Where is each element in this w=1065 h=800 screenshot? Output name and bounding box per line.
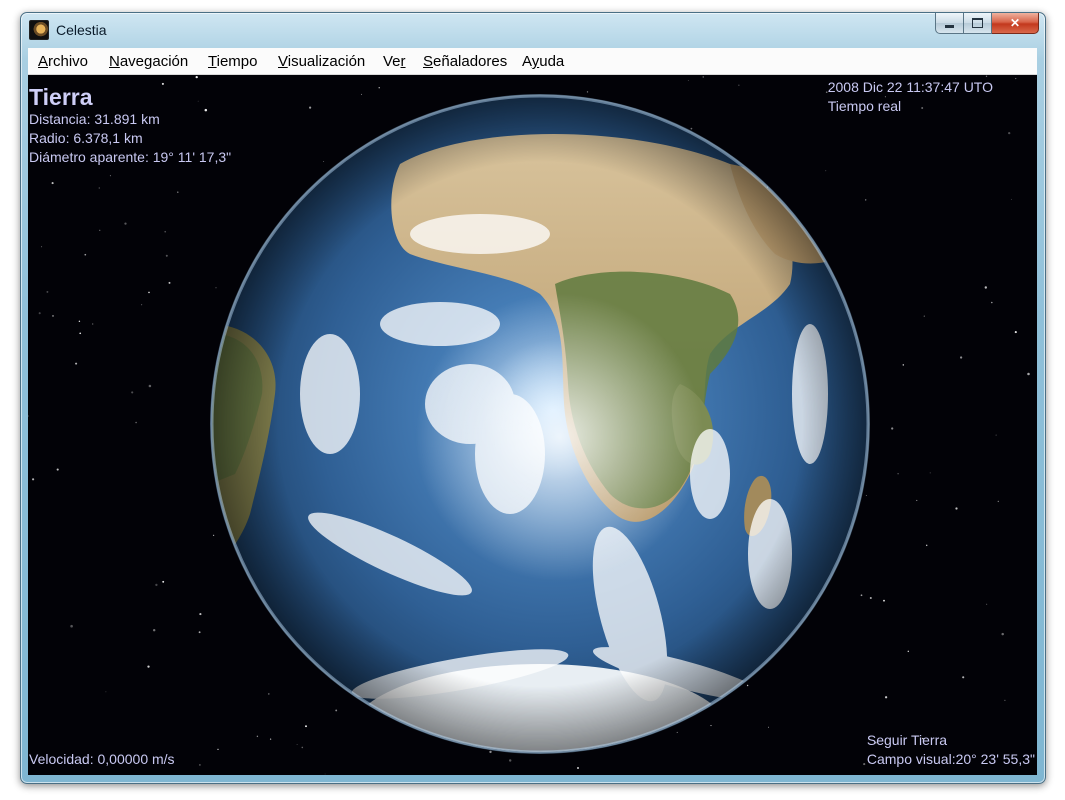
- camera-panel: Seguir Tierra Campo visual:20° 23' 55,3": [867, 731, 1035, 769]
- window-title: Celestia: [56, 22, 107, 38]
- app-window: Celestia ✕ Archivo Navegación Tiempo Vis…: [20, 12, 1046, 784]
- field-of-view: Campo visual:20° 23' 55,3": [866, 751, 1035, 767]
- speed-readout: Velocidad: 0,00000 m/s: [29, 750, 175, 769]
- menu-visualizacion[interactable]: Visualización: [278, 53, 365, 70]
- object-distance: Distancia: 31.891 km: [29, 111, 160, 127]
- close-icon: ✕: [1009, 16, 1021, 30]
- minimize-icon: [945, 24, 954, 28]
- title-bar[interactable]: Celestia ✕: [21, 13, 1045, 47]
- menu-navegacion[interactable]: Navegación: [109, 53, 188, 70]
- object-info-panel: Tierra Distancia: 31.891 km Radio: 6.378…: [29, 84, 231, 167]
- object-radius: Radio: 6.378,1 km: [29, 130, 143, 146]
- time-panel: 2008 Dic 22 11:37:47 UTO Tiempo real: [828, 78, 993, 116]
- speed-text: Velocidad: 0,00000 m/s: [29, 751, 175, 767]
- 3d-viewport[interactable]: Tierra Distancia: 31.891 km Radio: 6.378…: [28, 75, 1037, 775]
- maximize-icon: [972, 18, 983, 28]
- object-name: Tierra: [29, 84, 93, 110]
- close-button[interactable]: ✕: [992, 13, 1039, 34]
- time-mode: Tiempo real: [827, 98, 902, 114]
- menu-ayuda[interactable]: Ayuda: [522, 53, 564, 70]
- minimize-button[interactable]: [935, 13, 964, 34]
- maximize-button[interactable]: [964, 13, 992, 34]
- menu-senaladores[interactable]: Señaladores: [423, 53, 507, 70]
- earth-globe[interactable]: [210, 94, 870, 754]
- simulation-datetime: 2008 Dic 22 11:37:47 UTO: [827, 79, 993, 95]
- menu-ver[interactable]: Ver: [383, 53, 406, 70]
- object-apparent-diameter: Diámetro aparente: 19° 11' 17,3": [29, 149, 232, 165]
- follow-target: Seguir Tierra: [866, 732, 948, 748]
- caption-buttons: ✕: [935, 13, 1039, 35]
- menu-bar: Archivo Navegación Tiempo Visualización …: [28, 48, 1037, 75]
- menu-archivo[interactable]: Archivo: [38, 53, 88, 70]
- celestia-app-icon[interactable]: [29, 20, 49, 40]
- menu-tiempo[interactable]: Tiempo: [208, 53, 257, 70]
